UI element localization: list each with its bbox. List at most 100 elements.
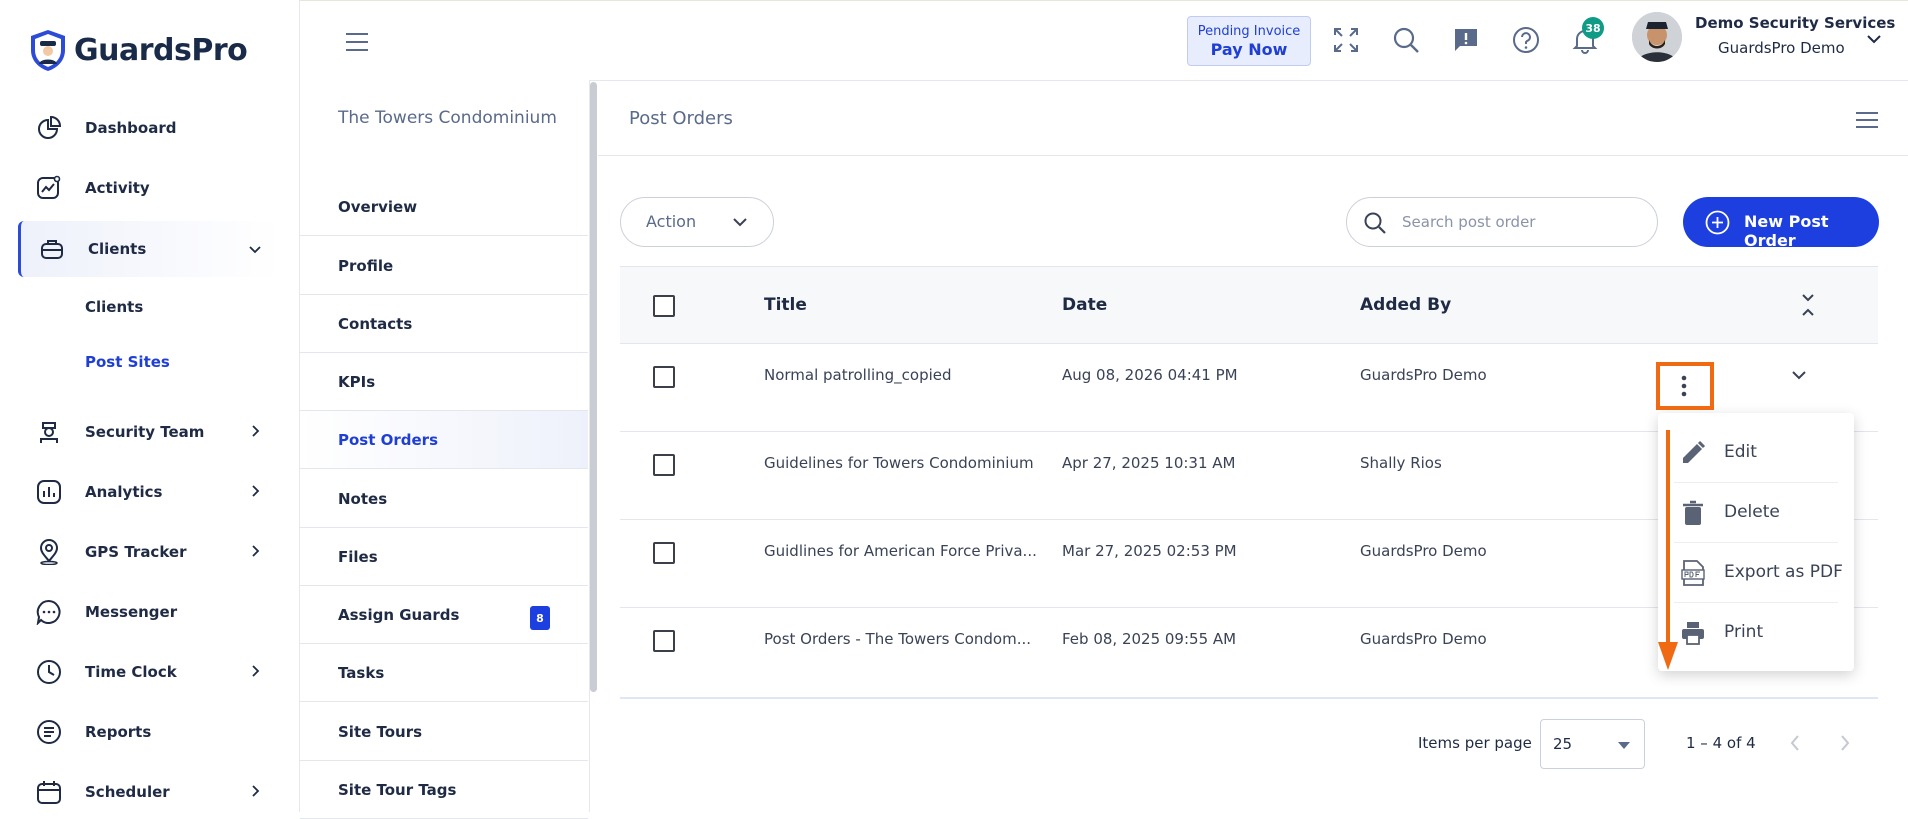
- sidebar-item-gps-tracker[interactable]: GPS Tracker: [18, 526, 280, 578]
- chevron-left-icon[interactable]: [1788, 734, 1802, 752]
- help-icon[interactable]: [1512, 26, 1540, 54]
- sidebar-item-clients[interactable]: Clients: [18, 221, 280, 277]
- location-pin-icon: [39, 539, 59, 565]
- sidebar-item-analytics[interactable]: Analytics: [18, 466, 280, 518]
- row-date: Mar 27, 2025 02:53 PM: [1062, 542, 1237, 560]
- search-input[interactable]: Search post order: [1346, 197, 1658, 247]
- tab-notes[interactable]: Notes: [300, 470, 588, 528]
- sidebar-item-label: Activity: [85, 179, 150, 197]
- sidebar-item-label: Clients: [88, 240, 147, 258]
- highlight-box: [1656, 362, 1714, 410]
- search-icon[interactable]: [1392, 26, 1420, 54]
- tab-tasks[interactable]: Tasks: [300, 644, 588, 702]
- pending-invoice-button[interactable]: Pending Invoice Pay Now: [1187, 16, 1311, 66]
- sidebar: GuardsPro Dashboard Activity Clients Cli…: [0, 0, 300, 812]
- clock-icon: [37, 660, 61, 684]
- sidebar-item-activity[interactable]: Activity: [18, 162, 280, 214]
- guard-logo-icon: [31, 30, 65, 71]
- items-per-page-label: Items per page: [1418, 734, 1532, 752]
- tab-profile[interactable]: Profile: [300, 237, 588, 295]
- sidebar-item-dashboard[interactable]: Dashboard: [18, 102, 280, 154]
- menu-divider: [1674, 542, 1838, 543]
- row-checkbox[interactable]: [653, 366, 675, 388]
- select-all-checkbox[interactable]: [653, 295, 675, 317]
- sidebar-subitem-post-sites[interactable]: Post Sites: [85, 353, 170, 371]
- fullscreen-icon[interactable]: [1332, 26, 1360, 54]
- table-footer-divider: [620, 697, 1878, 699]
- hamburger-menu-icon[interactable]: [1855, 110, 1879, 130]
- sidebar-item-label: Analytics: [85, 483, 163, 501]
- sidebar-subitem-clients[interactable]: Clients: [85, 298, 143, 316]
- tab-files[interactable]: Files: [300, 528, 588, 586]
- plus-circle-icon: [1705, 210, 1730, 235]
- down-arrow-annotation-icon: [1658, 430, 1678, 670]
- row-title: Guidlines for American Force Priva...: [764, 542, 1037, 560]
- chevron-right-icon: [252, 785, 260, 797]
- chevron-down-icon[interactable]: [1865, 32, 1883, 46]
- column-title[interactable]: Title: [764, 295, 807, 315]
- feedback-icon[interactable]: [1452, 26, 1480, 54]
- chevron-right-icon: [252, 545, 260, 557]
- row-date: Feb 08, 2025 09:55 AM: [1062, 630, 1237, 648]
- brand-logo[interactable]: GuardsPro: [28, 28, 248, 72]
- sidebar-item-label: GPS Tracker: [85, 543, 187, 561]
- row-checkbox[interactable]: [653, 542, 675, 564]
- sidebar-item-reports[interactable]: Reports: [18, 706, 280, 758]
- action-dropdown[interactable]: Action: [620, 197, 774, 247]
- items-per-page-select[interactable]: 25: [1540, 719, 1645, 769]
- new-post-order-button[interactable]: New Post Order: [1683, 197, 1879, 250]
- row-added-by: GuardsPro Demo: [1360, 542, 1487, 560]
- search-placeholder: Search post order: [1402, 213, 1536, 231]
- collapse-all-icon[interactable]: [1800, 293, 1816, 317]
- tab-kpis[interactable]: KPIs: [300, 353, 588, 411]
- tab-overview[interactable]: Overview: [300, 178, 588, 236]
- row-date: Apr 27, 2025 10:31 AM: [1062, 454, 1236, 472]
- user-name: Demo Security Services: [1695, 14, 1896, 32]
- sidebar-item-label: Messenger: [85, 603, 178, 621]
- client-panel: The Towers Condominium Overview Profile …: [300, 80, 590, 819]
- row-checkbox[interactable]: [653, 630, 675, 652]
- sidebar-item-time-clock[interactable]: Time Clock: [18, 646, 280, 698]
- briefcase-icon: [41, 240, 63, 259]
- pay-now-label: Pay Now: [1210, 40, 1288, 59]
- menu-item-label: Edit: [1724, 442, 1757, 462]
- menu-item-label: Delete: [1724, 502, 1780, 522]
- header-divider: [598, 155, 1908, 156]
- assign-guards-count-badge: 8: [530, 606, 550, 630]
- tab-site-tour-tags[interactable]: Site Tour Tags: [300, 761, 588, 819]
- tab-site-tours[interactable]: Site Tours: [300, 703, 588, 761]
- tab-contacts[interactable]: Contacts: [300, 295, 588, 353]
- sidebar-item-scheduler[interactable]: Scheduler: [18, 766, 280, 818]
- sidebar-item-label: Time Clock: [85, 663, 177, 681]
- trash-icon: [1683, 500, 1703, 525]
- caret-down-icon: [1618, 742, 1630, 749]
- menu-divider: [1674, 602, 1838, 603]
- avatar[interactable]: [1632, 12, 1682, 62]
- menu-item-edit[interactable]: Edit: [1658, 423, 1854, 483]
- row-date: Aug 08, 2026 04:41 PM: [1062, 366, 1238, 384]
- column-date[interactable]: Date: [1062, 295, 1107, 315]
- sidebar-item-label: Dashboard: [85, 119, 177, 137]
- table-header: Title Date Added By: [620, 266, 1878, 344]
- column-added-by[interactable]: Added By: [1360, 295, 1451, 315]
- chevron-right-icon[interactable]: [1838, 734, 1852, 752]
- tab-post-orders[interactable]: Post Orders: [300, 411, 588, 469]
- hamburger-menu-icon[interactable]: [344, 31, 370, 53]
- client-name: The Towers Condominium: [338, 108, 557, 128]
- sidebar-item-messenger[interactable]: Messenger: [18, 586, 280, 638]
- activity-icon: [37, 175, 61, 199]
- menu-item-label: Export as PDF: [1724, 562, 1843, 582]
- menu-item-delete[interactable]: Delete: [1658, 483, 1854, 543]
- notification-count-badge: 38: [1582, 17, 1604, 39]
- chevron-down-icon[interactable]: [1790, 368, 1808, 382]
- row-checkbox[interactable]: [653, 454, 675, 476]
- tab-assign-guards[interactable]: Assign Guards 8: [300, 586, 588, 644]
- menu-item-print[interactable]: Print: [1658, 603, 1854, 663]
- action-label: Action: [646, 212, 697, 231]
- reports-icon: [37, 720, 61, 744]
- sidebar-item-security-team[interactable]: Security Team: [18, 406, 280, 458]
- items-per-page-value: 25: [1553, 735, 1573, 753]
- chevron-right-icon: [252, 485, 260, 497]
- panel-scrollbar[interactable]: [590, 82, 597, 692]
- menu-item-export-pdf[interactable]: Export as PDF: [1658, 543, 1854, 603]
